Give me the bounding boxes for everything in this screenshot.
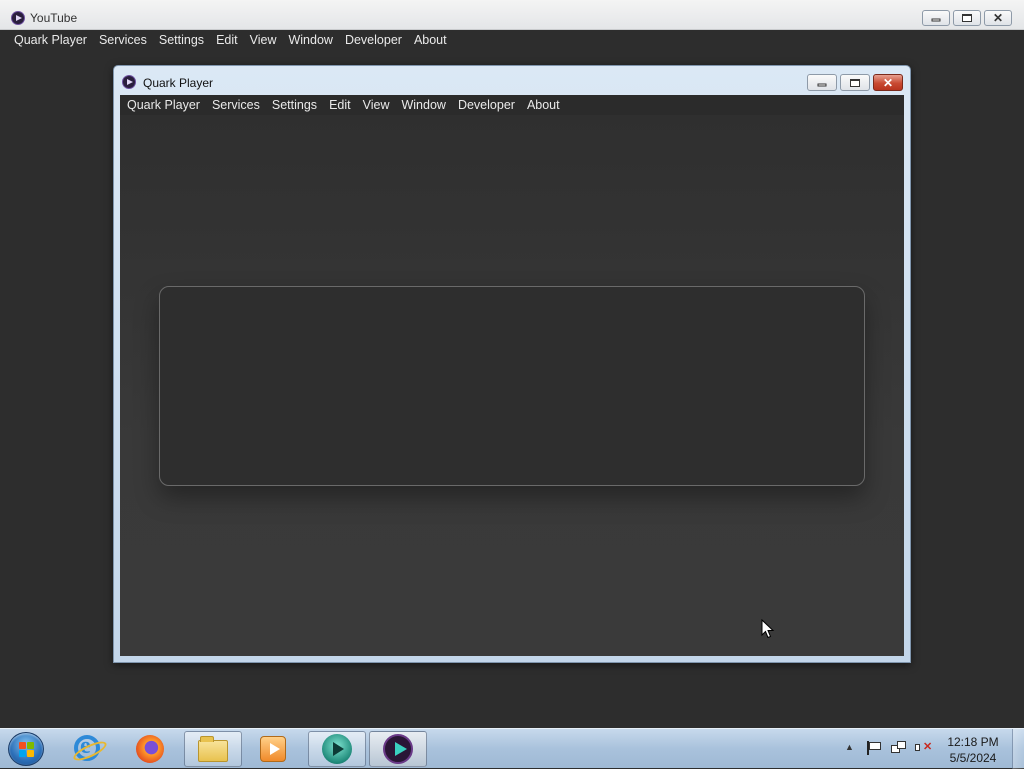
inner-menu-developer[interactable]: Developer	[452, 98, 521, 112]
clock-date: 5/5/2024	[949, 751, 997, 765]
system-clock[interactable]: 12:18 PM 5/5/2024	[940, 734, 1006, 766]
inner-window: Quark Player ✕ Quark Player Services Set…	[113, 65, 911, 663]
inner-menu-services[interactable]: Services	[206, 98, 266, 112]
quark-player-app-icon[interactable]	[122, 75, 136, 89]
close-icon: ✕	[882, 75, 894, 90]
outer-titlebar[interactable]: YouTube ✕	[0, 0, 1024, 30]
inner-window-controls: ✕	[807, 74, 903, 91]
inner-menu-edit[interactable]: Edit	[323, 98, 357, 112]
inner-menu-settings[interactable]: Settings	[266, 98, 323, 112]
outer-minimize-button[interactable]	[922, 10, 950, 26]
outer-window-title: YouTube	[30, 11, 78, 25]
firefox-icon	[136, 735, 164, 763]
start-button[interactable]	[8, 732, 44, 766]
inner-close-button[interactable]: ✕	[873, 74, 903, 91]
quark-player-icon	[383, 734, 413, 764]
volume-muted-icon[interactable]: ✕	[914, 741, 932, 755]
maximize-icon	[962, 14, 972, 22]
empty-dialog-panel[interactable]	[159, 286, 865, 486]
taskbar-teal-player[interactable]	[308, 731, 366, 767]
taskbar-firefox[interactable]	[122, 731, 178, 767]
internet-explorer-icon	[71, 733, 109, 765]
action-center-flag-icon[interactable]	[866, 741, 881, 755]
outer-menu-services[interactable]: Services	[93, 33, 153, 47]
quark-player-app-icon[interactable]	[11, 11, 25, 25]
inner-menu-about[interactable]: About	[521, 98, 566, 112]
network-icon[interactable]	[891, 741, 907, 755]
outer-menu-window[interactable]: Window	[282, 33, 338, 47]
outer-maximize-button[interactable]	[953, 10, 981, 26]
inner-minimize-button[interactable]	[807, 74, 837, 91]
windows-logo-icon	[19, 742, 35, 758]
maximize-icon	[850, 78, 860, 87]
inner-content-area	[120, 115, 904, 656]
outer-menu-quark-player[interactable]: Quark Player	[8, 33, 93, 47]
outer-menu-developer[interactable]: Developer	[339, 33, 408, 47]
show-desktop-button[interactable]	[1012, 729, 1024, 769]
outer-menu-edit[interactable]: Edit	[210, 33, 244, 47]
outer-menu-view[interactable]: View	[244, 33, 283, 47]
outer-menubar: Quark Player Services Settings Edit View…	[8, 30, 453, 50]
mouse-cursor-icon	[761, 619, 775, 639]
tray-expand-icon[interactable]: ▲	[845, 742, 854, 752]
outer-close-button[interactable]: ✕	[984, 10, 1012, 26]
media-player-icon	[260, 736, 286, 762]
inner-menu-quark-player[interactable]: Quark Player	[121, 98, 206, 112]
outer-window-controls: ✕	[922, 10, 1012, 26]
teal-player-icon	[322, 734, 352, 764]
inner-menubar: Quark Player Services Settings Edit View…	[120, 95, 904, 115]
inner-maximize-button[interactable]	[840, 74, 870, 91]
clock-time: 12:18 PM	[947, 735, 999, 749]
inner-menu-window[interactable]: Window	[395, 98, 451, 112]
taskbar-media-player[interactable]	[245, 731, 301, 767]
outer-menu-settings[interactable]: Settings	[153, 33, 210, 47]
close-icon: ✕	[992, 11, 1004, 25]
taskbar-quark-player[interactable]	[369, 731, 427, 767]
taskbar: ▲ ✕ 12:18 PM 5/5/2024	[0, 728, 1024, 769]
taskbar-file-explorer[interactable]	[184, 731, 242, 767]
inner-menu-view[interactable]: View	[357, 98, 396, 112]
inner-titlebar[interactable]: Quark Player ✕	[114, 66, 910, 95]
minimize-icon	[931, 18, 941, 22]
inner-window-title: Quark Player	[143, 76, 214, 90]
taskbar-internet-explorer[interactable]	[60, 731, 116, 767]
minimize-icon	[817, 83, 827, 86]
outer-menu-about[interactable]: About	[408, 33, 453, 47]
folder-icon	[198, 736, 228, 762]
